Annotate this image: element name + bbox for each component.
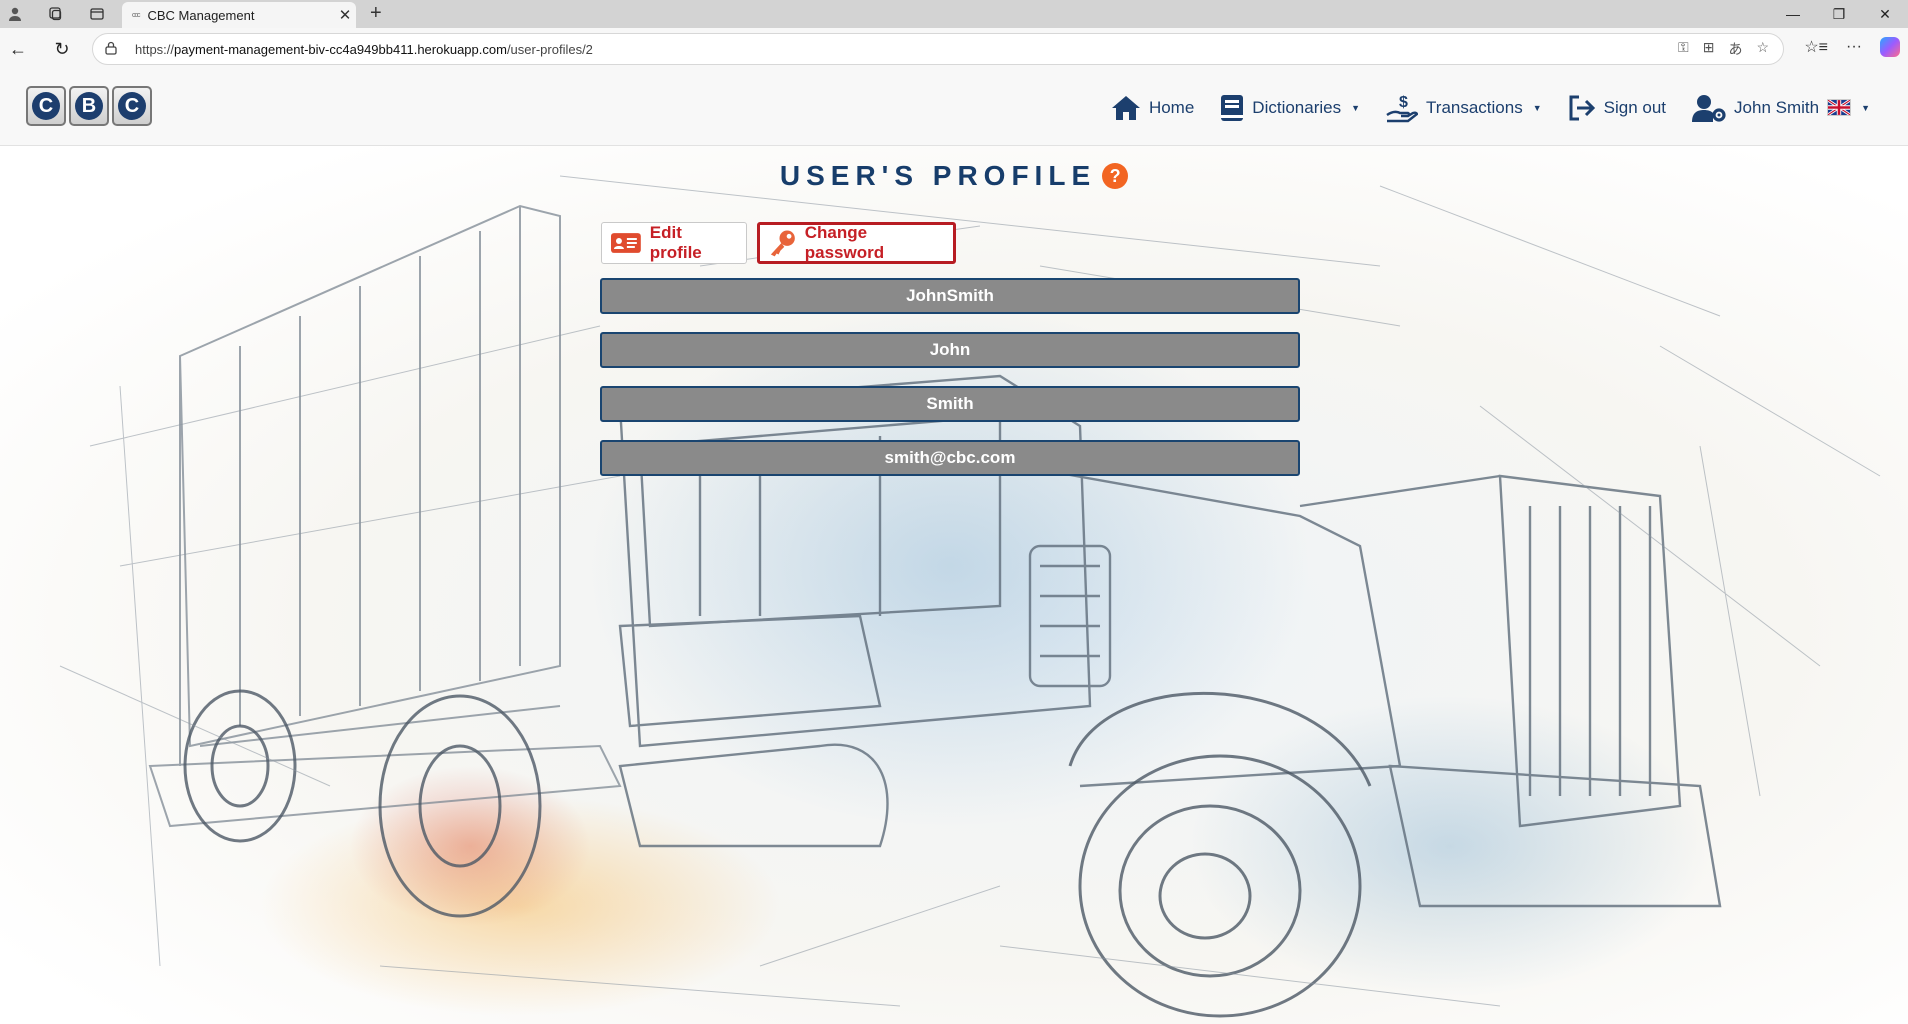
nav-dictionaries[interactable]: Dictionaries ▼: [1220, 94, 1360, 122]
minimize-icon[interactable]: —: [1770, 0, 1816, 28]
cbc-logo[interactable]: C B C: [26, 86, 152, 126]
last-name-field: Smith: [600, 386, 1300, 422]
app-header: C B C Home Dictionaries ▼ $ Transactions…: [0, 70, 1908, 146]
help-icon[interactable]: ?: [1102, 163, 1129, 189]
tab-favicon-icon: ccc: [132, 11, 140, 19]
id-card-icon: [610, 233, 641, 253]
first-name-field: John: [600, 332, 1300, 368]
page-title: USER'S PROFILE?: [0, 160, 1908, 192]
edit-profile-label: Edit profile: [649, 223, 702, 262]
favorites-icon[interactable]: ☆≡: [1804, 37, 1828, 57]
tab-title: CBC Management: [147, 7, 255, 23]
favorite-star-icon[interactable]: ☆: [1756, 39, 1769, 59]
nav-home-label: Home: [1148, 97, 1195, 117]
app-available-icon[interactable]: ⊞: [1703, 39, 1715, 59]
address-bar-row: ← ↻ https://payment-management-biv-cc4a9…: [0, 28, 1908, 71]
key-icon: [770, 230, 795, 257]
book-icon: [1221, 94, 1244, 121]
nav-transactions-label: Transactions: [1426, 97, 1523, 117]
chevron-down-icon: ▼: [1532, 102, 1542, 113]
url-text: https://payment-management-biv-cc4a949bb…: [135, 41, 593, 57]
main-nav: Home Dictionaries ▼ $ Transactions ▼ Sig…: [1111, 70, 1870, 145]
nav-sign-out[interactable]: Sign out: [1568, 95, 1666, 121]
nav-home[interactable]: Home: [1111, 95, 1194, 121]
site-info-icon[interactable]: [105, 41, 135, 58]
nav-sign-out-label: Sign out: [1603, 97, 1667, 117]
back-icon[interactable]: ←: [6, 37, 30, 61]
profile-page: USER'S PROFILE? Edit profile Change pass…: [0, 146, 1908, 1024]
new-tab-icon[interactable]: +: [370, 0, 382, 28]
logo-letter: C: [118, 92, 146, 120]
browser-tab[interactable]: ccc CBC Management ✕: [122, 2, 356, 28]
key-icon[interactable]: ⚿: [1678, 39, 1689, 59]
nav-user-label: John Smith: [1734, 97, 1820, 117]
logo-letter: C: [32, 92, 60, 120]
chevron-down-icon: ▼: [1861, 102, 1870, 113]
window-close-icon[interactable]: ✕: [1862, 0, 1908, 28]
nav-user-menu[interactable]: John Smith ▼: [1692, 94, 1870, 122]
browser-tab-bar: ccc CBC Management ✕ + — ❐ ✕: [0, 0, 1908, 28]
uk-flag-icon: [1827, 99, 1852, 116]
logo-tile: C: [112, 86, 152, 126]
page-title-text: USER'S PROFILE: [779, 160, 1097, 191]
sign-out-icon: [1569, 95, 1595, 120]
home-icon: [1111, 95, 1140, 120]
chevron-down-icon: ▼: [1351, 102, 1361, 113]
profile-icon[interactable]: [0, 0, 30, 28]
nav-dictionaries-label: Dictionaries: [1252, 97, 1342, 117]
copilot-icon[interactable]: [1880, 37, 1900, 57]
nav-transactions[interactable]: $ Transactions ▼: [1386, 93, 1542, 123]
workspaces-icon[interactable]: [40, 0, 70, 28]
logo-tile: C: [26, 86, 66, 126]
close-tab-icon[interactable]: ✕: [334, 6, 356, 24]
payment-hand-icon: $: [1386, 94, 1419, 122]
more-menu-icon[interactable]: ···: [1846, 38, 1862, 56]
email-field: smith@cbc.com: [600, 440, 1300, 476]
window-controls: — ❐ ✕: [1770, 0, 1908, 28]
username-field: JohnSmith: [600, 278, 1300, 314]
change-password-label: Change password: [804, 223, 885, 262]
tab-actions-icon[interactable]: [82, 0, 112, 28]
user-settings-icon: [1692, 94, 1726, 122]
url-field[interactable]: https://payment-management-biv-cc4a949bb…: [92, 33, 1784, 65]
svg-text:$: $: [1399, 94, 1408, 111]
reload-icon[interactable]: ↻: [50, 37, 74, 61]
logo-tile: B: [69, 86, 109, 126]
logo-letter: B: [75, 92, 103, 120]
translate-icon[interactable]: あ: [1728, 39, 1742, 59]
change-password-button[interactable]: Change password: [757, 222, 956, 264]
edit-profile-button[interactable]: Edit profile: [601, 222, 747, 264]
restore-icon[interactable]: ❐: [1816, 0, 1862, 28]
